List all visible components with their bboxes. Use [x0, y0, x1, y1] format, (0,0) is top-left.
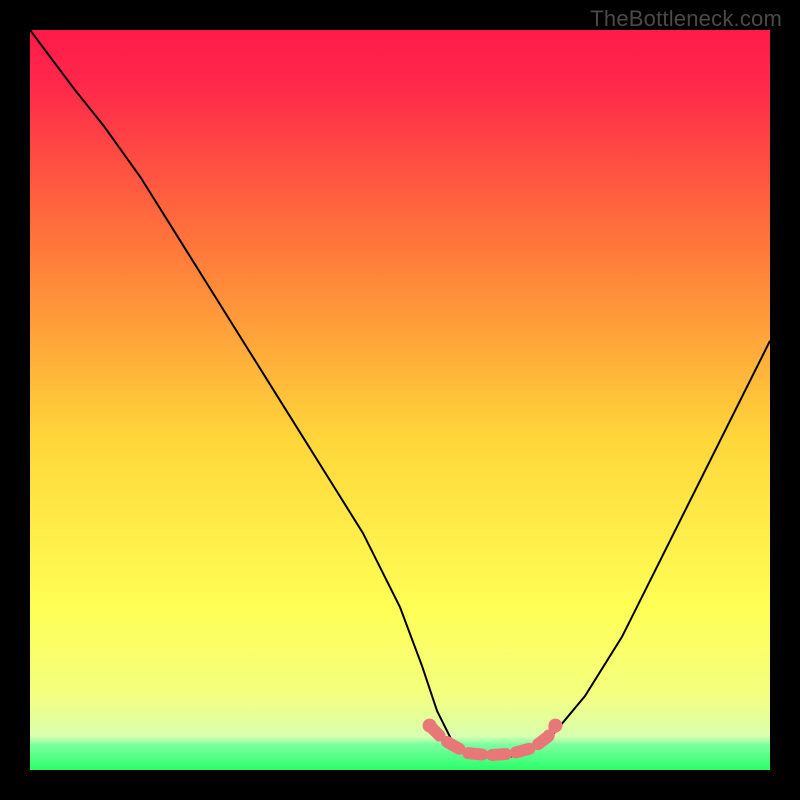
- bottleneck-chart: [30, 30, 770, 770]
- highlight-marker-dot: [548, 719, 562, 733]
- watermark-text: TheBottleneck.com: [590, 6, 782, 32]
- chart-container: TheBottleneck.com: [0, 0, 800, 800]
- gradient-background: [30, 30, 770, 770]
- highlight-marker-dot: [423, 719, 437, 733]
